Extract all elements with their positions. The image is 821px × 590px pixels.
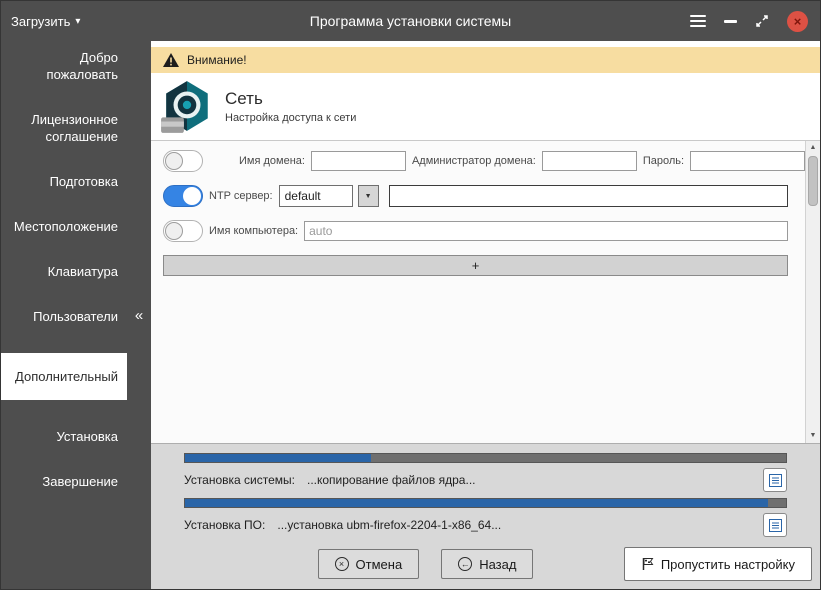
load-button-label: Загрузить bbox=[11, 13, 71, 29]
flag-icon bbox=[642, 558, 654, 570]
domain-row: Имя домена: Администратор домена: Пароль… bbox=[163, 150, 806, 172]
sidebar-item-license[interactable]: Лицензионное соглашение bbox=[1, 111, 127, 145]
software-install-progressbar bbox=[184, 498, 787, 508]
toggle-knob bbox=[183, 187, 201, 205]
system-install-label: Установка системы: bbox=[184, 473, 295, 487]
system-install-progressbar bbox=[184, 453, 787, 463]
scrollbar-thumb[interactable] bbox=[808, 156, 818, 206]
page-title: Сеть bbox=[225, 89, 263, 108]
installer-window: Загрузить ▾ Программа установки системы … bbox=[0, 0, 821, 590]
progress-fill bbox=[185, 499, 768, 507]
sidebar-item-additional[interactable]: Дополнительный bbox=[1, 353, 127, 400]
ntp-row: NTP сервер: default ▼ bbox=[163, 185, 788, 207]
toggle-knob bbox=[165, 152, 183, 170]
software-install-status-row: Установка ПО: ...установка ubm-firefox-2… bbox=[184, 513, 787, 537]
domain-admin-input[interactable] bbox=[541, 151, 637, 171]
vertical-scrollbar: ▲ ▼ bbox=[805, 141, 820, 443]
system-log-button[interactable] bbox=[763, 468, 787, 492]
software-log-button[interactable] bbox=[763, 513, 787, 537]
hostname-toggle[interactable] bbox=[163, 220, 203, 242]
progress-panel: Установка системы: ...копирование файлов… bbox=[151, 443, 820, 589]
sidebar-item-keyboard[interactable]: Клавиатура bbox=[1, 263, 127, 280]
cancel-button[interactable]: × Отмена bbox=[317, 549, 420, 579]
close-icon[interactable]: × bbox=[787, 10, 808, 32]
domain-toggle[interactable] bbox=[163, 150, 203, 172]
log-icon bbox=[768, 518, 782, 532]
section-header-text: Сеть Настройка доступа к сети bbox=[225, 89, 356, 124]
hostname-row: Имя компьютера: bbox=[163, 220, 788, 242]
back-button-label: Назад bbox=[479, 556, 517, 572]
skip-setup-button[interactable]: Пропустить настройку bbox=[623, 547, 812, 581]
password-input[interactable] bbox=[690, 151, 806, 171]
back-arrow-icon: ← bbox=[458, 557, 473, 571]
sidebar-item-preparation[interactable]: Подготовка bbox=[1, 173, 127, 190]
back-button[interactable]: ← Назад bbox=[441, 549, 534, 579]
menu-icon[interactable] bbox=[690, 15, 706, 27]
hostname-label: Имя компьютера: bbox=[209, 225, 299, 237]
system-install-status: ...копирование файлов ядра... bbox=[307, 473, 476, 487]
ntp-label: NTP сервер: bbox=[209, 190, 273, 202]
add-entry-button[interactable]: + bbox=[163, 255, 788, 276]
password-label: Пароль: bbox=[642, 155, 685, 167]
domain-name-label: Имя домена: bbox=[239, 155, 305, 167]
settings-scroll-area: Имя домена: Администратор домена: Пароль… bbox=[151, 141, 820, 443]
system-install-status-row: Установка системы: ...копирование файлов… bbox=[184, 468, 787, 492]
select-dropdown-icon[interactable]: ▼ bbox=[357, 185, 379, 207]
sidebar-item-installation[interactable]: Установка bbox=[1, 428, 127, 445]
progress-fill bbox=[185, 454, 372, 462]
scroll-up-icon[interactable]: ▲ bbox=[806, 141, 820, 155]
warning-banner: Внимание! bbox=[151, 47, 820, 73]
sidebar-item-welcome[interactable]: Добро пожаловать bbox=[1, 49, 127, 83]
sidebar-collapse-strip: « bbox=[127, 41, 151, 589]
log-icon bbox=[768, 473, 782, 487]
page-subtitle: Настройка доступа к сети bbox=[225, 112, 357, 124]
titlebar: Загрузить ▾ Программа установки системы … bbox=[1, 1, 820, 41]
minimize-icon[interactable] bbox=[724, 19, 737, 23]
sidebar-item-users[interactable]: Пользователи bbox=[1, 308, 127, 325]
window-controls: × bbox=[690, 1, 808, 41]
sidebar: Добро пожаловать Лицензионное соглашение… bbox=[1, 41, 127, 589]
chevron-down-icon: ▾ bbox=[75, 15, 81, 27]
ntp-toggle[interactable] bbox=[163, 185, 203, 207]
app-body: Добро пожаловать Лицензионное соглашение… bbox=[1, 41, 820, 589]
domain-admin-label: Администратор домена: bbox=[411, 155, 536, 167]
network-form: Имя домена: Администратор домена: Пароль… bbox=[151, 141, 820, 276]
scroll-down-icon[interactable]: ▼ bbox=[806, 429, 820, 443]
sidebar-item-location[interactable]: Местоположение bbox=[1, 218, 127, 235]
hostname-input[interactable] bbox=[304, 221, 788, 241]
software-install-status: ...установка ubm-firefox-2204-1-x86_64..… bbox=[277, 518, 502, 532]
section-header: Сеть Настройка доступа к сети bbox=[151, 73, 820, 141]
toggle-knob bbox=[165, 222, 183, 240]
skip-setup-label: Пропустить настройку bbox=[660, 556, 795, 572]
network-module-logo-icon bbox=[161, 80, 208, 133]
load-button[interactable]: Загрузить ▾ bbox=[11, 14, 80, 29]
warning-icon bbox=[163, 53, 179, 67]
warning-label: Внимание! bbox=[187, 53, 247, 67]
main-area: Внимание! Сеть Настройка доступа к сети bbox=[151, 41, 820, 589]
cancel-icon: × bbox=[334, 557, 349, 571]
ntp-server-input[interactable] bbox=[388, 185, 788, 207]
cancel-button-label: Отмена bbox=[355, 556, 403, 572]
ntp-server-select[interactable]: default bbox=[278, 185, 353, 207]
domain-name-input[interactable] bbox=[310, 151, 406, 171]
resize-icon[interactable] bbox=[755, 14, 769, 28]
software-install-label: Установка ПО: bbox=[184, 518, 266, 532]
sidebar-item-completion[interactable]: Завершение bbox=[1, 473, 127, 490]
collapse-sidebar-button[interactable]: « bbox=[135, 307, 143, 324]
